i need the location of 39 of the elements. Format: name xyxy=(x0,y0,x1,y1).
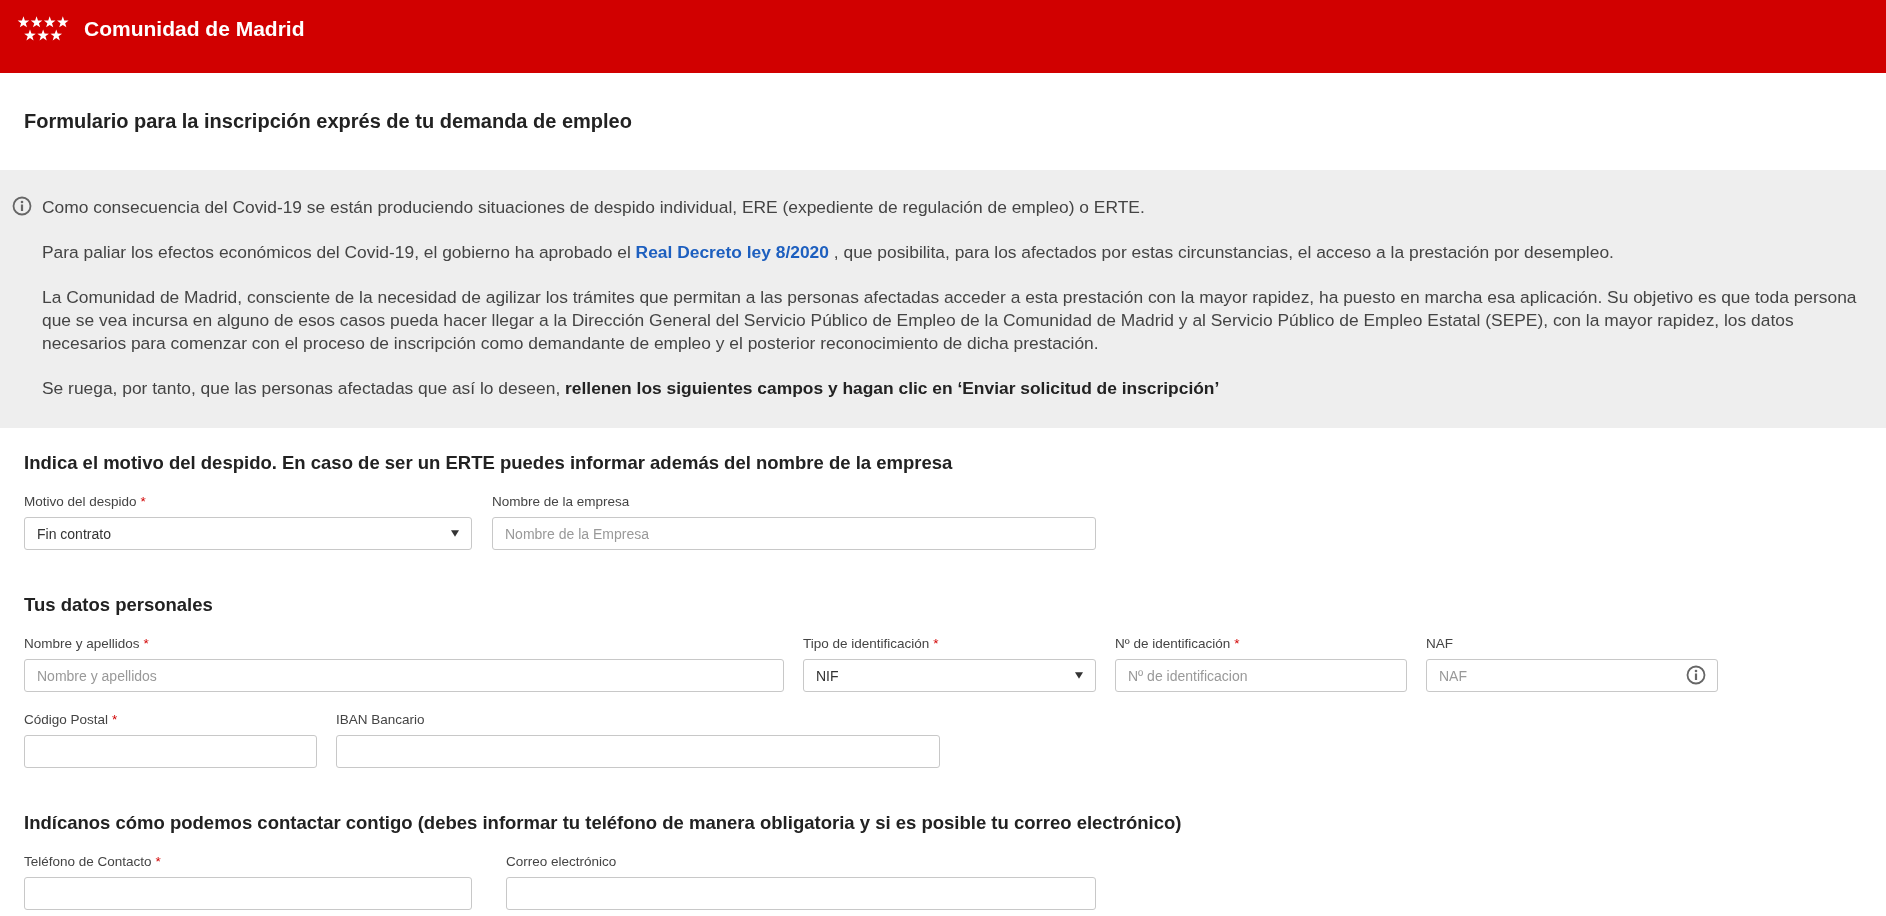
notice-paragraph: Para paliar los efectos económicos del Covid-19, el gobierno ha aprobado el Real Decreto ley 8/2020 , que posibilita, para los afectados por estas circunstancias, el acceso a la prestación por desempleo. xyxy=(42,241,1614,264)
caret-icon xyxy=(1075,672,1083,679)
field-label: Correo electrónico xyxy=(506,854,617,869)
input-field[interactable]: Nº de identificacion xyxy=(1115,659,1407,692)
required-asterisk: * xyxy=(933,636,939,651)
field-label: Tipo de identificación xyxy=(803,636,930,651)
decree-link[interactable]: Real Decreto ley 8/2020 xyxy=(635,242,829,262)
site-title[interactable]: Comunidad de Madrid xyxy=(84,17,305,41)
field-label: IBAN Bancario xyxy=(336,712,425,727)
info-icon xyxy=(12,196,32,216)
input-field[interactable] xyxy=(24,735,317,768)
section-heading: Indica el motivo del despido. En caso de ser un ERTE puedes informar además del nombre de la empresa xyxy=(24,452,954,474)
field-label: Teléfono de Contacto xyxy=(24,854,152,869)
caret-icon xyxy=(451,530,459,537)
input-field[interactable] xyxy=(24,877,472,910)
required-asterisk: * xyxy=(155,854,161,869)
required-asterisk: * xyxy=(143,636,149,651)
input-field[interactable] xyxy=(336,735,940,768)
page-title: Formulario para la inscripción exprés de tu demanda de empleo xyxy=(24,110,632,133)
input-field[interactable] xyxy=(506,877,1096,910)
dropdown[interactable]: Fin contrato xyxy=(24,517,472,550)
field-label: NAF xyxy=(1426,636,1453,651)
section-heading: Tus datos personales xyxy=(24,594,214,616)
field-label: Motivo del despido xyxy=(24,494,137,509)
notice-paragraph: Se ruega, por tanto, que las personas afectadas que así lo deseen, rellenen los siguientes campos y hagan clic en ‘Enviar solicitud de inscripción’ xyxy=(42,377,1220,400)
field-label: Código Postal xyxy=(24,712,109,727)
field-label: Nombre de la empresa xyxy=(492,494,630,509)
required-asterisk: * xyxy=(140,494,146,509)
input-field[interactable]: Nombre de la Empresa xyxy=(492,517,1096,550)
field-label: Nº de identificación xyxy=(1115,636,1231,651)
input-field[interactable]: Nombre y apellidos xyxy=(24,659,784,692)
section-heading: Indícanos cómo podemos contactar contigo (debes informar tu teléfono de manera obligatoria y si es posible tu correo electrónico) xyxy=(24,812,1183,834)
dropdown[interactable]: NIF xyxy=(803,659,1096,692)
required-asterisk: * xyxy=(112,712,118,727)
notice-paragraph: La Comunidad de Madrid, consciente de la necesidad de agilizar los trámites que permitan a las personas afectadas acceder a esta prestación con la mayor rapidez, ha puesto en marcha esa aplicación. Su objetivo es que toda persona que se vea incursa en alguno de esos casos pueda hacer llegar a la Dirección General del Servicio Público de Empleo de la Comunidad de Madrid y al Servicio Público de Empleo Estatal (SEPE), con la mayor rapidez, los datos necesarios para comenzar con el proceso de inscripción como demandante de empleo y el posterior reconocimiento de dicha prestación. xyxy=(42,286,1858,355)
input-field[interactable]: NAF xyxy=(1426,659,1718,692)
field-label: Nombre y apellidos xyxy=(24,636,140,651)
notice-paragraph: Como consecuencia del Covid-19 se están produciendo situaciones de despido individual, ERE (expediente de regulación de empleo) o ERTE. xyxy=(42,196,1145,219)
required-asterisk: * xyxy=(1234,636,1240,651)
